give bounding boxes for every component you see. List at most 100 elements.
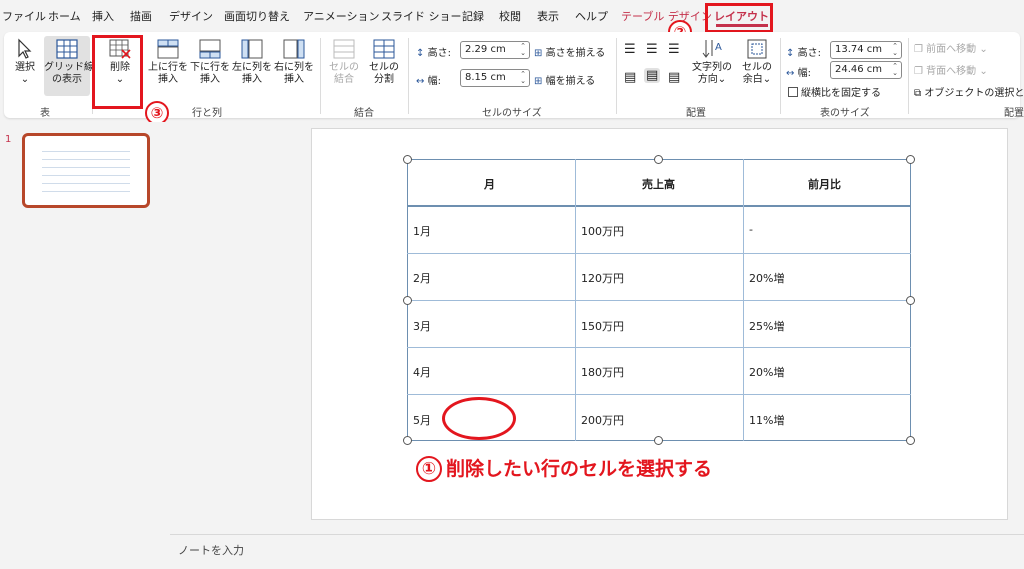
resize-handle[interactable] <box>403 436 412 445</box>
tab-design[interactable]: デザイン <box>169 8 213 24</box>
resize-handle[interactable] <box>906 155 915 164</box>
cell-width-input[interactable]: 8.15 cm ⌃ ⌄ <box>460 69 530 87</box>
tab-record[interactable]: 記録 <box>462 8 484 24</box>
table-cell[interactable]: 100万円 <box>581 223 624 239</box>
table-width-label: ↔ 幅: <box>786 68 811 79</box>
spinner-arrows[interactable]: ⌃ ⌄ <box>892 43 898 57</box>
table-cell[interactable]: 5月 <box>413 412 431 428</box>
gridlines-toggle[interactable]: グリッド線 の表示 <box>44 36 94 96</box>
cell-width-label: ↔ 幅: <box>416 76 441 87</box>
align-center-icon[interactable]: ☰ <box>646 42 658 57</box>
slide-number: 1 <box>5 134 12 145</box>
header-month[interactable]: 月 <box>484 176 495 192</box>
table-width-icon: ↔ <box>786 68 795 79</box>
spinner-arrows[interactable]: ⌃ ⌄ <box>520 43 526 57</box>
insert-row-below-icon <box>199 39 221 59</box>
tab-draw[interactable]: 描画 <box>130 8 152 24</box>
split-cells-button[interactable]: セルの 分割 <box>366 38 402 86</box>
cell-margins-button[interactable]: セルの 余白⌄ <box>738 38 776 86</box>
header-mom[interactable]: 前月比 <box>808 176 841 192</box>
checkbox-box[interactable] <box>788 87 798 97</box>
table-cell[interactable]: 180万円 <box>581 364 624 380</box>
text-direction-button[interactable]: A 文字列の 方向⌄ <box>688 38 736 86</box>
insert-row-above-icon <box>157 39 179 59</box>
header-sales[interactable]: 売上高 <box>642 176 675 192</box>
cursor-icon <box>18 38 32 59</box>
resize-handle[interactable] <box>906 296 915 305</box>
tab-transitions[interactable]: 画面切り替え <box>224 8 290 24</box>
highlight-layout-tab <box>705 3 773 33</box>
row-height-icon: ↕ <box>416 48 425 59</box>
table-cell[interactable]: 25%増 <box>749 318 784 334</box>
align-bottom-icon[interactable]: ▤ <box>668 70 680 85</box>
distribute-columns-icon: ⊞ <box>534 76 543 87</box>
distribute-columns-button[interactable]: ⊞ 幅を揃える <box>534 72 595 87</box>
insert-left-button[interactable]: 左に列を 挿入 <box>232 38 272 86</box>
align-left-icon[interactable]: ☰ <box>624 42 636 57</box>
tab-insert[interactable]: 挿入 <box>92 8 114 24</box>
tab-home[interactable]: ホーム <box>48 8 81 24</box>
select-button[interactable]: 選択 ⌄ <box>10 38 40 86</box>
thumbnail-table-preview <box>42 144 130 194</box>
group-label-table-size: 表のサイズ <box>820 108 870 119</box>
insert-below-button[interactable]: 下に行を 挿入 <box>190 38 230 86</box>
selection-pane-button[interactable]: ⧉ オブジェクトの選択と表示 <box>914 84 1024 99</box>
resize-handle[interactable] <box>403 296 412 305</box>
group-label-merge: 結合 <box>354 108 374 119</box>
align-middle-icon[interactable]: ▤ <box>644 68 661 83</box>
resize-handle[interactable] <box>403 155 412 164</box>
distribute-rows-button[interactable]: ⊞ 高さを揃える <box>534 44 605 59</box>
align-right-icon[interactable]: ☰ <box>668 42 680 57</box>
table-cell[interactable]: 20%増 <box>749 364 784 380</box>
table-cell[interactable]: - <box>749 223 753 236</box>
table-cell[interactable]: 4月 <box>413 364 431 380</box>
tab-review[interactable]: 校閲 <box>499 8 521 24</box>
lock-aspect-checkbox[interactable]: 縦横比を固定する <box>788 84 881 99</box>
merge-cells-button[interactable]: セルの 結合 <box>326 38 362 86</box>
status-bar <box>0 561 1024 569</box>
tab-help[interactable]: ヘルプ <box>575 8 608 24</box>
table-height-label: ↕ 高さ: <box>786 48 821 59</box>
table-cell[interactable]: 20%増 <box>749 270 784 286</box>
table-height-input[interactable]: 13.74 cm ⌃ ⌄ <box>830 41 902 59</box>
tab-animations[interactable]: アニメーション <box>303 8 380 24</box>
spinner-arrows[interactable]: ⌃ ⌄ <box>520 71 526 85</box>
table-cell[interactable]: 3月 <box>413 318 431 334</box>
tab-view[interactable]: 表示 <box>537 8 559 24</box>
bring-forward-icon: ❐ <box>914 44 923 55</box>
table-cell[interactable]: 200万円 <box>581 412 624 428</box>
step-1-marker: ① <box>416 456 442 482</box>
tab-file[interactable]: ファイル <box>2 8 46 24</box>
menu-bar: ファイル ホーム 挿入 描画 デザイン 画面切り替え アニメーション スライド … <box>0 0 1024 30</box>
table-cell[interactable]: 2月 <box>413 270 431 286</box>
tab-slideshow[interactable]: スライド ショー <box>381 8 462 24</box>
insert-above-button[interactable]: 上に行を 挿入 <box>148 38 188 86</box>
merge-cells-icon <box>333 39 355 59</box>
resize-handle[interactable] <box>654 155 663 164</box>
send-backward-button[interactable]: ❐ 背面へ移動 ⌄ <box>914 62 988 77</box>
step-1-instruction: ① 削除したい行のセルを選択する <box>416 454 712 482</box>
table-cell[interactable]: 150万円 <box>581 318 624 334</box>
tab-table-design[interactable]: テーブル デザイン <box>621 8 712 24</box>
resize-handle[interactable] <box>906 436 915 445</box>
spinner-arrows[interactable]: ⌃ ⌄ <box>892 63 898 77</box>
highlight-delete-button <box>92 35 143 109</box>
grid-icon <box>56 39 78 59</box>
group-label-table: 表 <box>40 108 50 119</box>
table-cell[interactable]: 11%増 <box>749 412 784 428</box>
slide-thumbnail[interactable] <box>22 133 150 208</box>
table-width-input[interactable]: 24.46 cm ⌃ ⌄ <box>830 61 902 79</box>
resize-handle[interactable] <box>654 436 663 445</box>
insert-right-button[interactable]: 右に列を 挿入 <box>274 38 314 86</box>
group-label-cell-size: セルのサイズ <box>482 108 542 119</box>
insert-column-right-icon <box>283 39 305 59</box>
align-top-icon[interactable]: ▤ <box>624 70 636 85</box>
distribute-rows-icon: ⊞ <box>534 48 543 59</box>
table-cell[interactable]: 120万円 <box>581 270 624 286</box>
insert-column-left-icon <box>241 39 263 59</box>
svg-text:A: A <box>715 42 722 53</box>
notes-pane[interactable]: ノートを入力 <box>170 534 1024 560</box>
table-cell[interactable]: 1月 <box>413 223 431 239</box>
bring-forward-button[interactable]: ❐ 前面へ移動 ⌄ <box>914 40 988 55</box>
cell-height-input[interactable]: 2.29 cm ⌃ ⌄ <box>460 41 530 59</box>
